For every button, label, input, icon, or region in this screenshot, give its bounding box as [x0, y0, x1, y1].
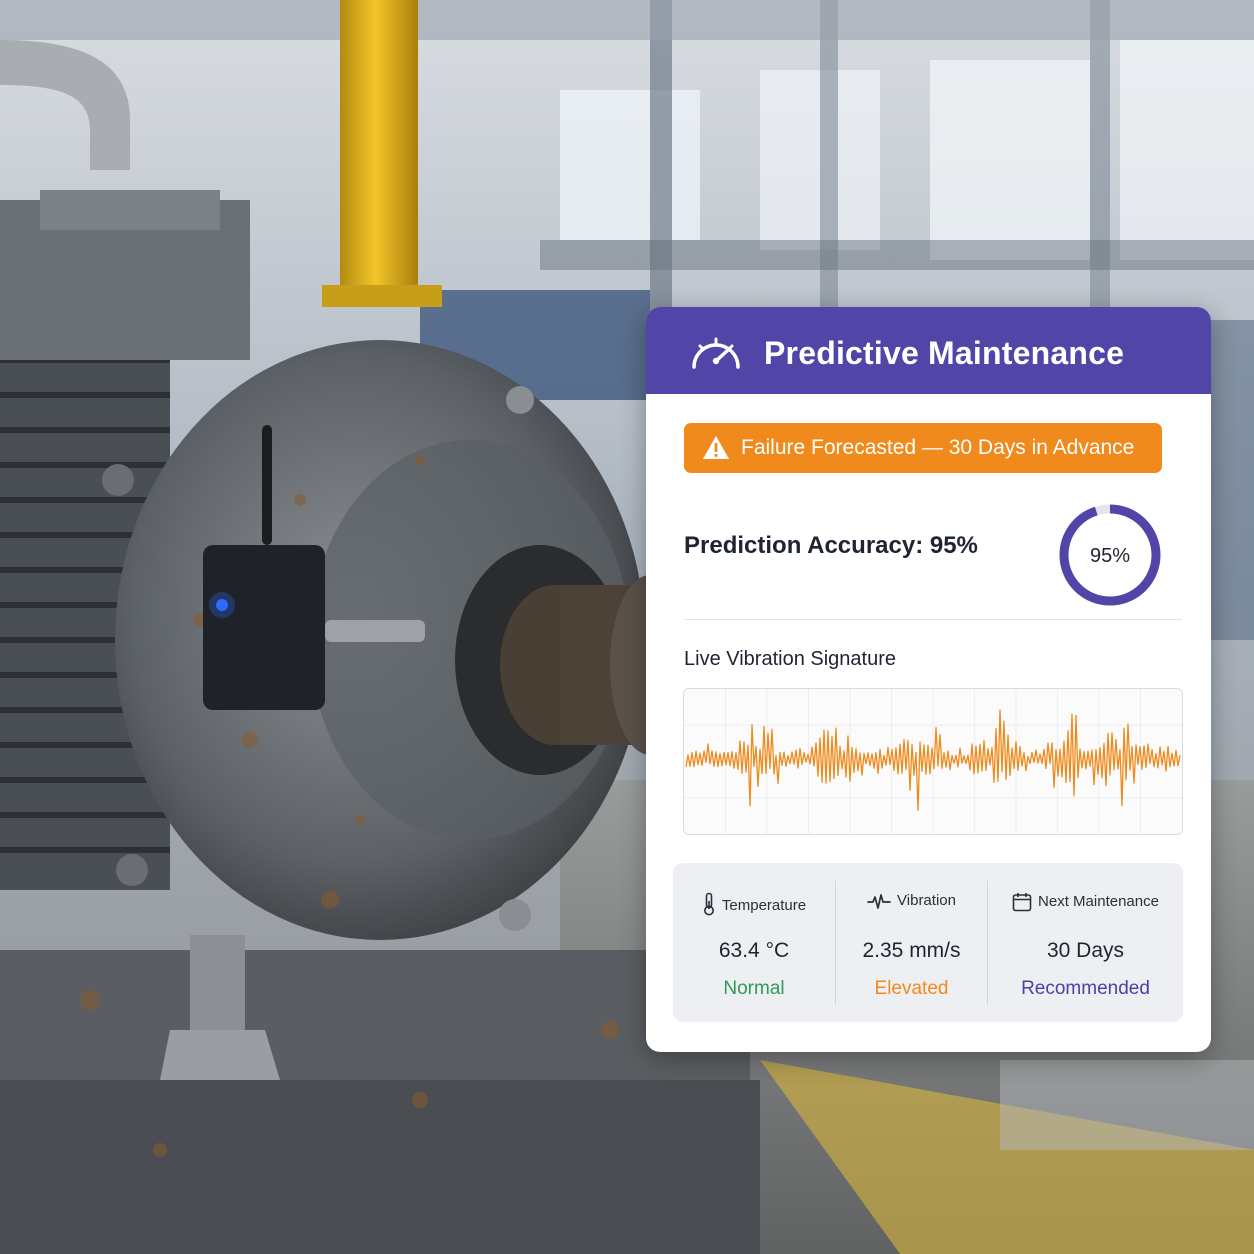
vibration-waveform	[684, 689, 1182, 834]
predictive-maintenance-panel: Predictive Maintenance Failure Forecaste…	[646, 307, 1211, 1052]
metric-status-elevated: Elevated	[874, 978, 949, 999]
donut-percentage-text: 95%	[1090, 545, 1130, 567]
warning-triangle-icon	[703, 436, 729, 459]
failure-alert-banner: Failure Forecasted — 30 Days in Advance	[684, 423, 1162, 473]
metric-status-normal: Normal	[723, 978, 785, 999]
metric-label: Temperature	[721, 897, 807, 914]
panel-title: Predictive Maintenance	[764, 335, 1125, 371]
accuracy-donut-chart: 95%	[1059, 504, 1161, 606]
prediction-accuracy-label: Prediction Accuracy: 95%	[684, 532, 978, 559]
metrics-panel: Temperature 63.4 °C Normal Vibration 2.3…	[673, 863, 1183, 1022]
panel-header: Predictive Maintenance	[646, 307, 1211, 394]
section-divider	[684, 619, 1182, 620]
thermometer-icon	[703, 892, 714, 916]
metric-value: 63.4 °C	[718, 939, 790, 962]
metric-temperature: Temperature 63.4 °C Normal	[673, 863, 835, 1022]
metric-value: 2.35 mm/s	[862, 939, 961, 962]
metric-label: Next Maintenance	[1038, 893, 1159, 910]
speedometer-icon	[692, 337, 740, 369]
vibration-chart-box	[683, 688, 1183, 835]
alert-text: Failure Forecasted — 30 Days in Advance	[741, 436, 1135, 459]
metric-next-maintenance: Next Maintenance 30 Days Recommended	[988, 863, 1183, 1022]
metric-status-recommended: Recommended	[1021, 978, 1150, 999]
calendar-icon	[1012, 893, 1032, 912]
metric-label: Vibration	[897, 892, 956, 909]
metric-vibration: Vibration 2.35 mm/s Elevated	[836, 863, 987, 1022]
metric-value: 30 Days	[1046, 939, 1125, 962]
industrial-scene: Predictive Maintenance Failure Forecaste…	[0, 0, 1254, 1254]
vibration-chart-title: Live Vibration Signature	[684, 648, 896, 670]
pulse-icon	[867, 894, 891, 909]
